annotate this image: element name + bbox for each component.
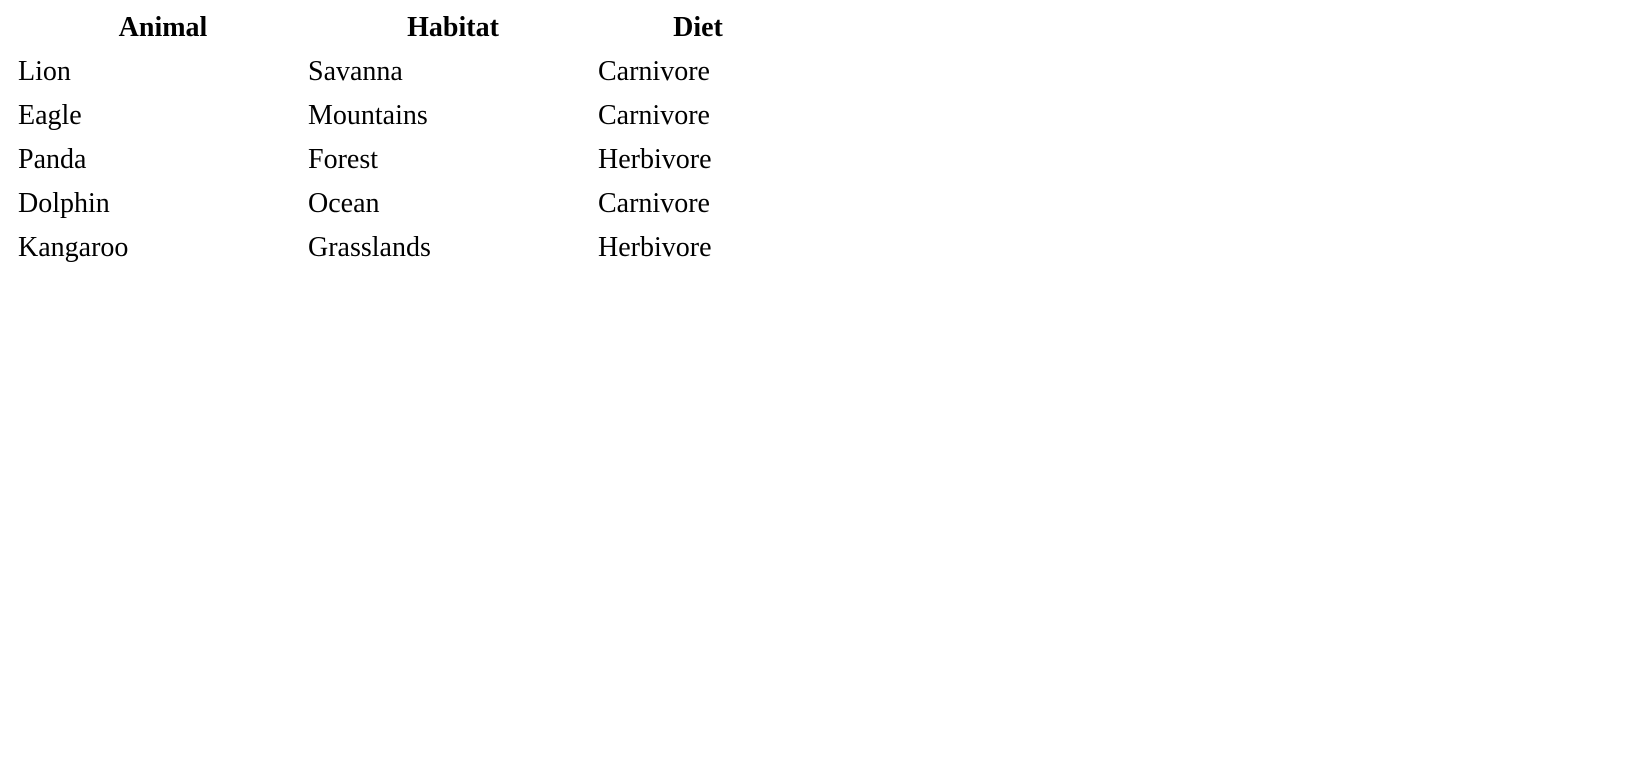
cell-diet: Carnivore xyxy=(598,182,798,226)
cell-diet: Carnivore xyxy=(598,94,798,138)
cell-habitat: Mountains xyxy=(308,94,598,138)
table-row: Panda Forest Herbivore xyxy=(18,138,798,182)
cell-diet: Carnivore xyxy=(598,50,798,94)
table-row: Lion Savanna Carnivore xyxy=(18,50,798,94)
cell-animal: Kangaroo xyxy=(18,226,308,270)
cell-animal: Lion xyxy=(18,50,308,94)
cell-habitat: Forest xyxy=(308,138,598,182)
table-row: Dolphin Ocean Carnivore xyxy=(18,182,798,226)
cell-habitat: Ocean xyxy=(308,182,598,226)
animals-table: Animal Habitat Diet Lion Savanna Carnivo… xyxy=(18,8,798,270)
table-row: Eagle Mountains Carnivore xyxy=(18,94,798,138)
cell-diet: Herbivore xyxy=(598,138,798,182)
cell-animal: Eagle xyxy=(18,94,308,138)
cell-animal: Panda xyxy=(18,138,308,182)
column-header-diet: Diet xyxy=(598,8,798,50)
cell-animal: Dolphin xyxy=(18,182,308,226)
cell-diet: Herbivore xyxy=(598,226,798,270)
column-header-habitat: Habitat xyxy=(308,8,598,50)
table-header-row: Animal Habitat Diet xyxy=(18,8,798,50)
cell-habitat: Grasslands xyxy=(308,226,598,270)
table-row: Kangaroo Grasslands Herbivore xyxy=(18,226,798,270)
column-header-animal: Animal xyxy=(18,8,308,50)
cell-habitat: Savanna xyxy=(308,50,598,94)
